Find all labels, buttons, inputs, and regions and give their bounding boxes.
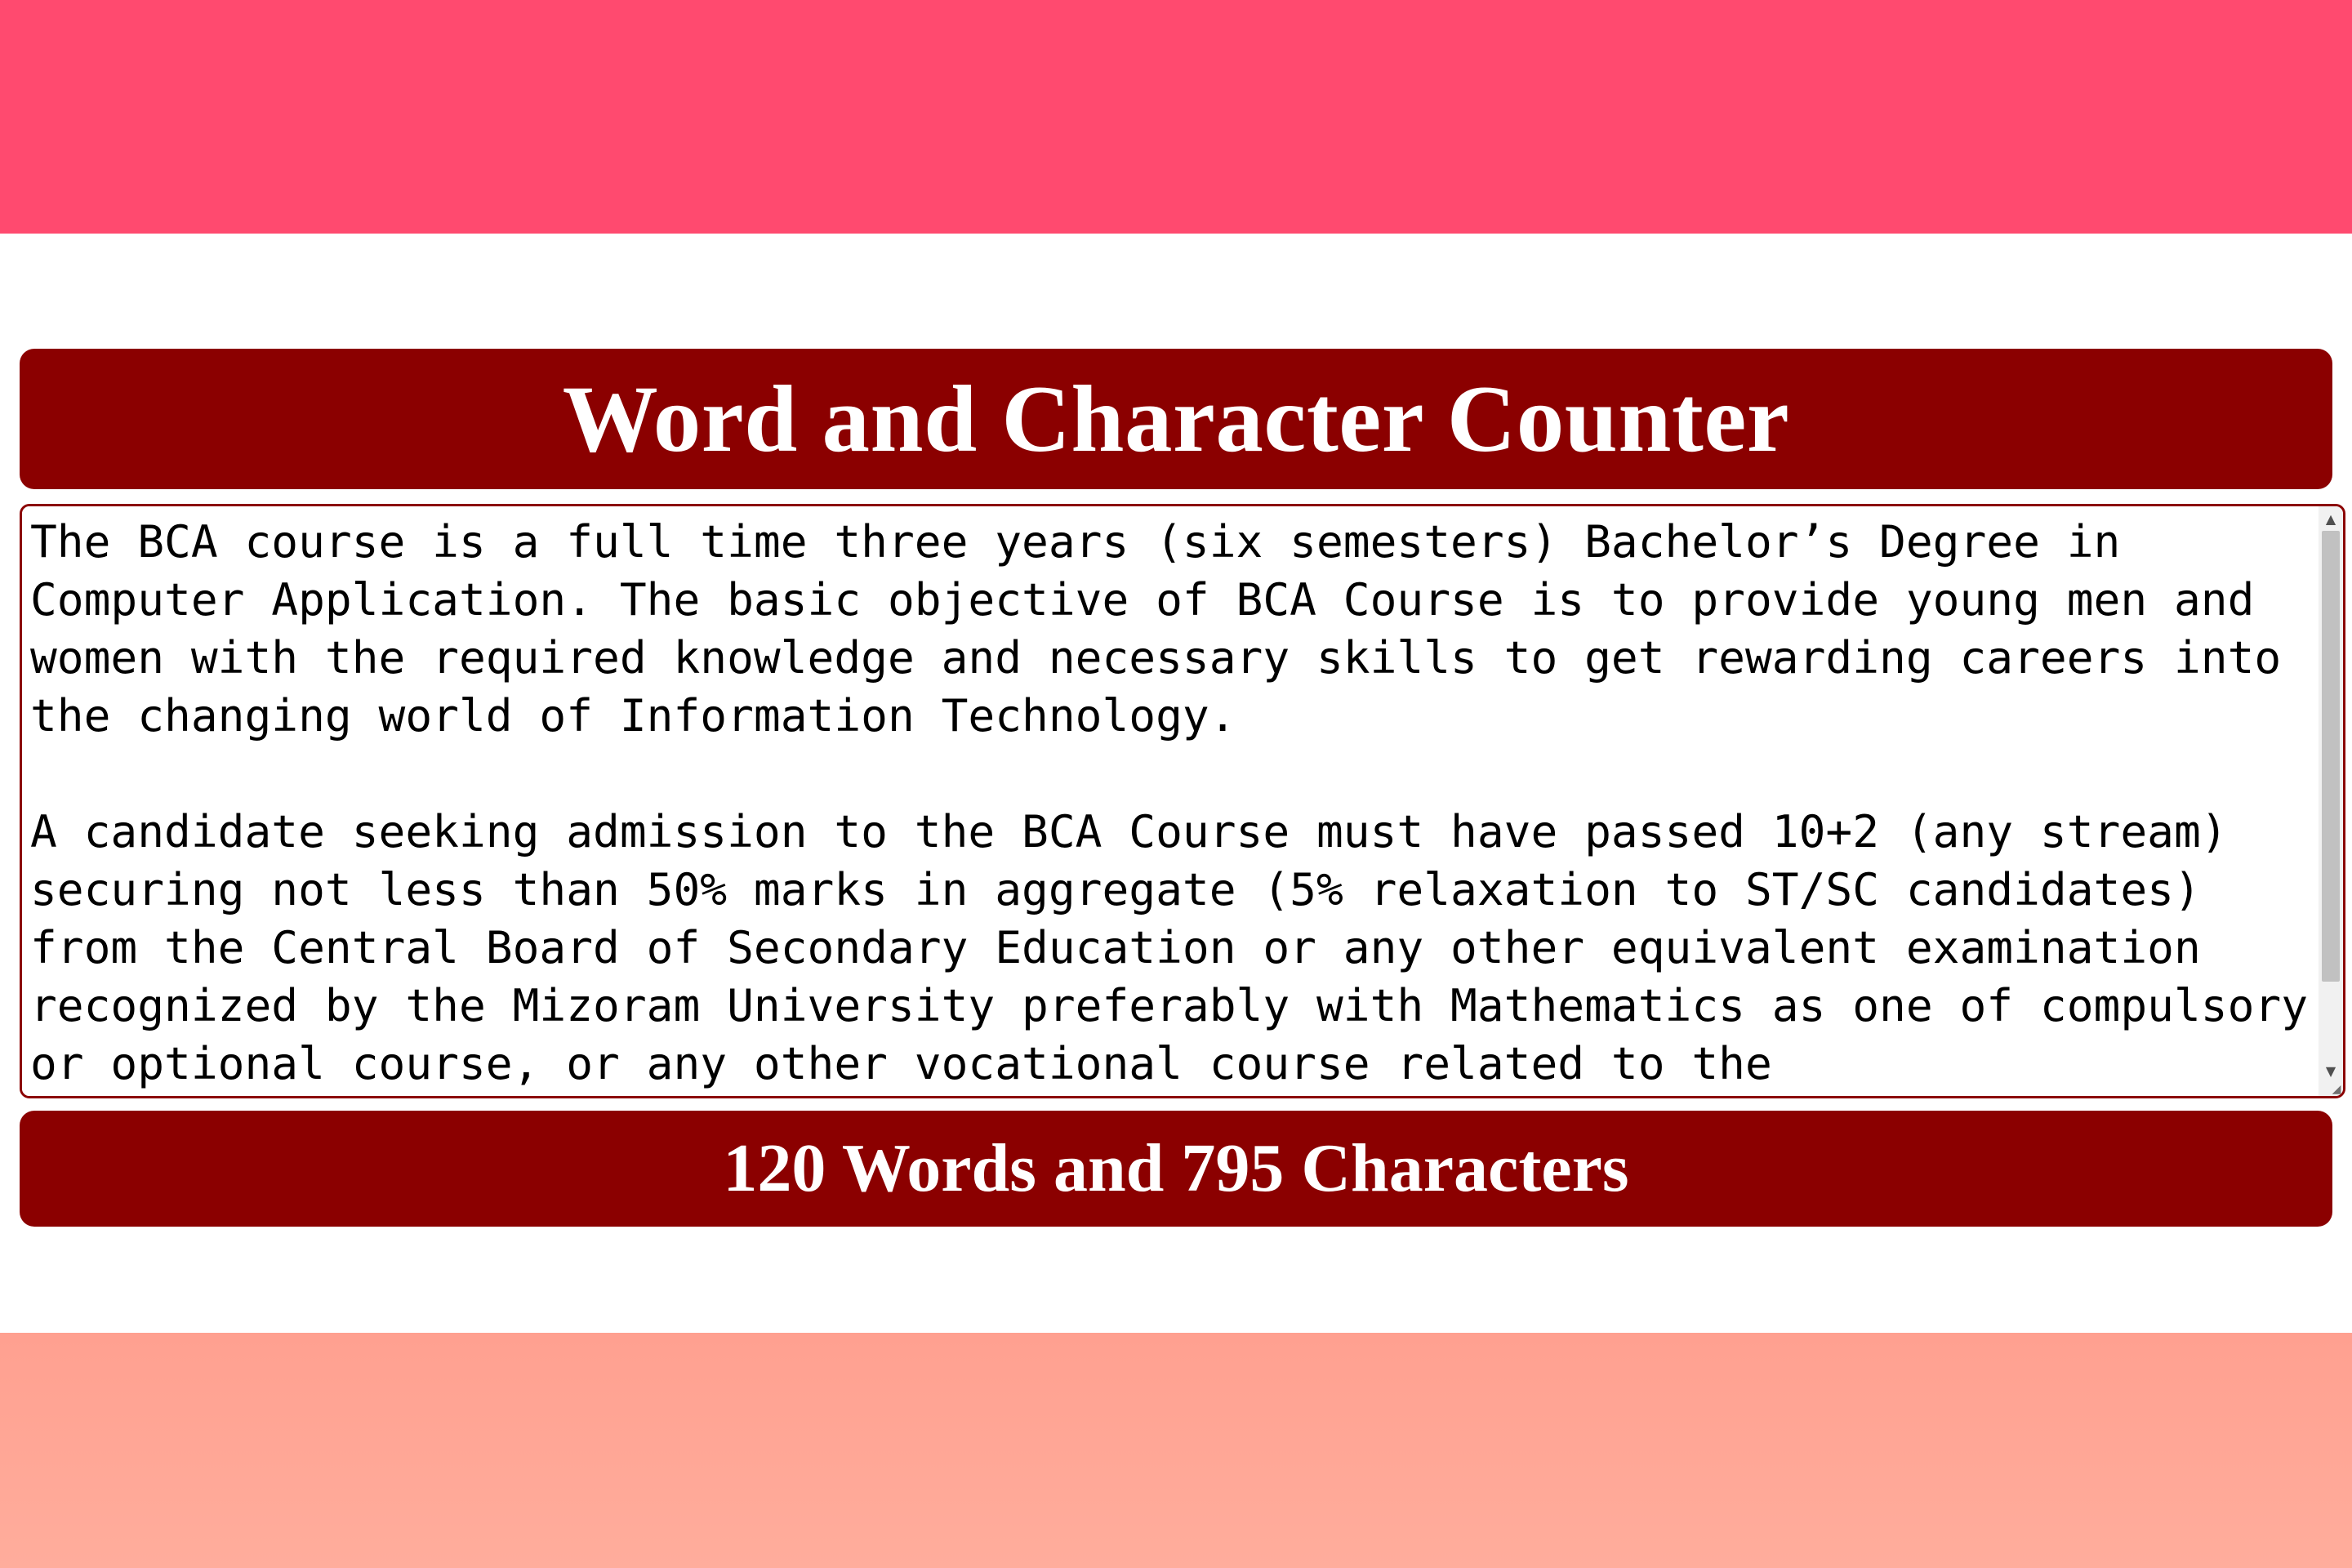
- chevron-down-icon[interactable]: ▼: [2319, 1062, 2343, 1081]
- text-input[interactable]: The BCA course is a full time three year…: [22, 506, 2319, 1096]
- page-title: Word and Character Counter: [562, 366, 1790, 472]
- scrollbar-thumb[interactable]: [2322, 531, 2340, 982]
- counter-banner: 120 Words and 795 Characters: [20, 1111, 2332, 1227]
- chevron-up-icon[interactable]: ▲: [2319, 510, 2343, 529]
- top-color-band: [0, 0, 2352, 234]
- word-character-count: 120 Words and 795 Characters: [723, 1130, 1629, 1206]
- text-editor-container: The BCA course is a full time three year…: [20, 504, 2345, 1098]
- title-banner: Word and Character Counter: [20, 349, 2332, 489]
- editor-scrollbar[interactable]: ▲ ▼: [2319, 506, 2343, 1096]
- bottom-color-band: [0, 1333, 2352, 1568]
- resize-grip-icon[interactable]: ◢: [2330, 1083, 2343, 1096]
